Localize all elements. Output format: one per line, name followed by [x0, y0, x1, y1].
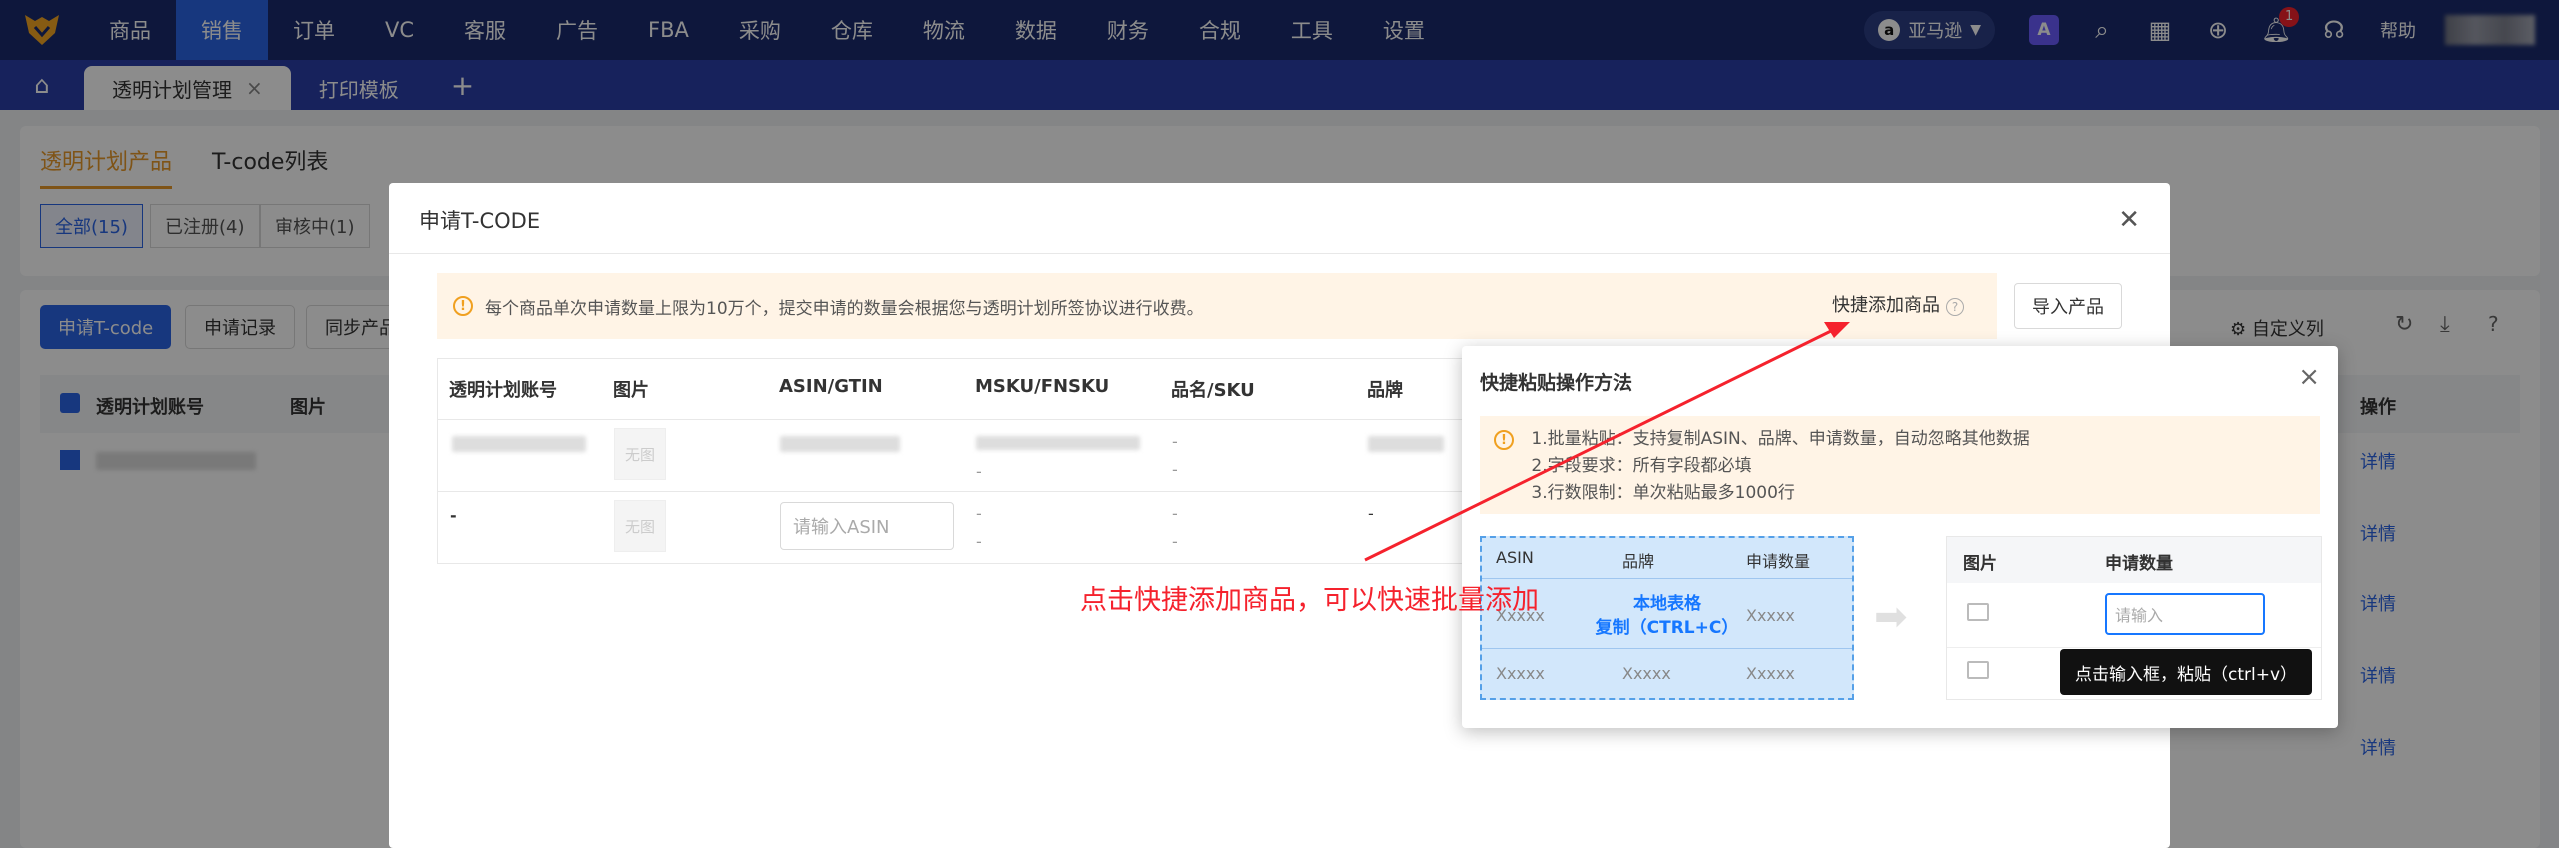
- asin-input[interactable]: 请输入ASIN: [780, 502, 954, 550]
- info-icon: !: [453, 296, 473, 316]
- dash: -: [1172, 532, 1178, 551]
- paste-tooltip: 点击输入框，粘贴（ctrl+v）: [2060, 649, 2312, 695]
- quick-add-link[interactable]: 快捷添加商品?: [1832, 291, 1964, 317]
- arrow-right-icon: ➡: [1874, 594, 1908, 640]
- dash: -: [976, 504, 982, 523]
- question-icon[interactable]: ?: [1946, 298, 1964, 316]
- image-icon: [1967, 661, 1989, 679]
- modal-title: 申请T-CODE: [419, 209, 541, 233]
- close-icon[interactable]: ×: [2298, 362, 2320, 392]
- image-icon: [1967, 603, 1989, 621]
- target-col: 图片: [1963, 554, 1997, 574]
- no-image: 无图: [614, 428, 666, 480]
- dash: -: [976, 462, 982, 481]
- warning-banner: ! 每个商品单次申请数量上限为10万个，提交申请的数量会根据您与透明计划所签协议…: [437, 273, 1997, 339]
- local-table-illustration: ASIN 品牌 申请数量 Xxxxx Xxxxx Xxxxx Xxxxx Xxx…: [1480, 536, 1854, 700]
- import-products-button[interactable]: 导入产品: [2014, 283, 2122, 329]
- popover-title: 快捷粘贴操作方法: [1480, 372, 1633, 394]
- dash: -: [1172, 460, 1178, 479]
- warning-text: 每个商品单次申请数量上限为10万个，提交申请的数量会根据您与透明计划所签协议进行…: [485, 298, 1204, 319]
- rule-line: 2.字段要求：所有字段都必填: [1531, 456, 1752, 476]
- dash: -: [1172, 504, 1178, 523]
- dash: -: [1368, 504, 1374, 523]
- annotation-text: 点击快捷添加商品，可以快速批量添加: [1080, 585, 1539, 616]
- rule-line: 3.行数限制：单次粘贴最多1000行: [1531, 483, 1795, 503]
- local-cell: Xxxxx: [1746, 664, 1795, 683]
- col-msku: MSKU/FNSKU: [975, 376, 1110, 397]
- target-header: 图片 申请数量: [1947, 537, 2321, 583]
- local-header: ASIN: [1496, 548, 1534, 567]
- local-header: 品牌: [1622, 552, 1655, 571]
- local-header: 申请数量: [1746, 552, 1811, 571]
- rules-box: ! 1.批量粘贴：支持复制ASIN、品牌、申请数量，自动忽略其他数据 2.字段要…: [1480, 416, 2320, 514]
- dash: -: [1172, 432, 1178, 451]
- info-icon: !: [1494, 430, 1514, 450]
- close-icon[interactable]: ✕: [2118, 205, 2140, 235]
- dash: -: [450, 506, 457, 525]
- rule-line: 1.批量粘贴：支持复制ASIN、品牌、申请数量，自动忽略其他数据: [1531, 429, 2030, 449]
- local-cell: Xxxxx: [1622, 664, 1671, 683]
- copy-hint-line: 复制（CTRL+C）: [1595, 618, 1739, 638]
- col-name-sku: 品名/SKU: [1171, 380, 1255, 401]
- col-account: 透明计划账号: [449, 380, 557, 401]
- quick-add-label: 快捷添加商品: [1832, 295, 1940, 316]
- col-brand: 品牌: [1367, 380, 1403, 401]
- target-col: 申请数量: [2105, 554, 2173, 574]
- quick-paste-popover: 快捷粘贴操作方法 × ! 1.批量粘贴：支持复制ASIN、品牌、申请数量，自动忽…: [1462, 346, 2338, 728]
- local-cell: Xxxxx: [1496, 664, 1545, 683]
- no-image: 无图: [614, 500, 666, 552]
- dash: -: [976, 532, 982, 551]
- col-asin: ASIN/GTIN: [779, 376, 883, 397]
- col-image: 图片: [613, 380, 649, 401]
- quantity-input[interactable]: 请输入: [2105, 593, 2265, 635]
